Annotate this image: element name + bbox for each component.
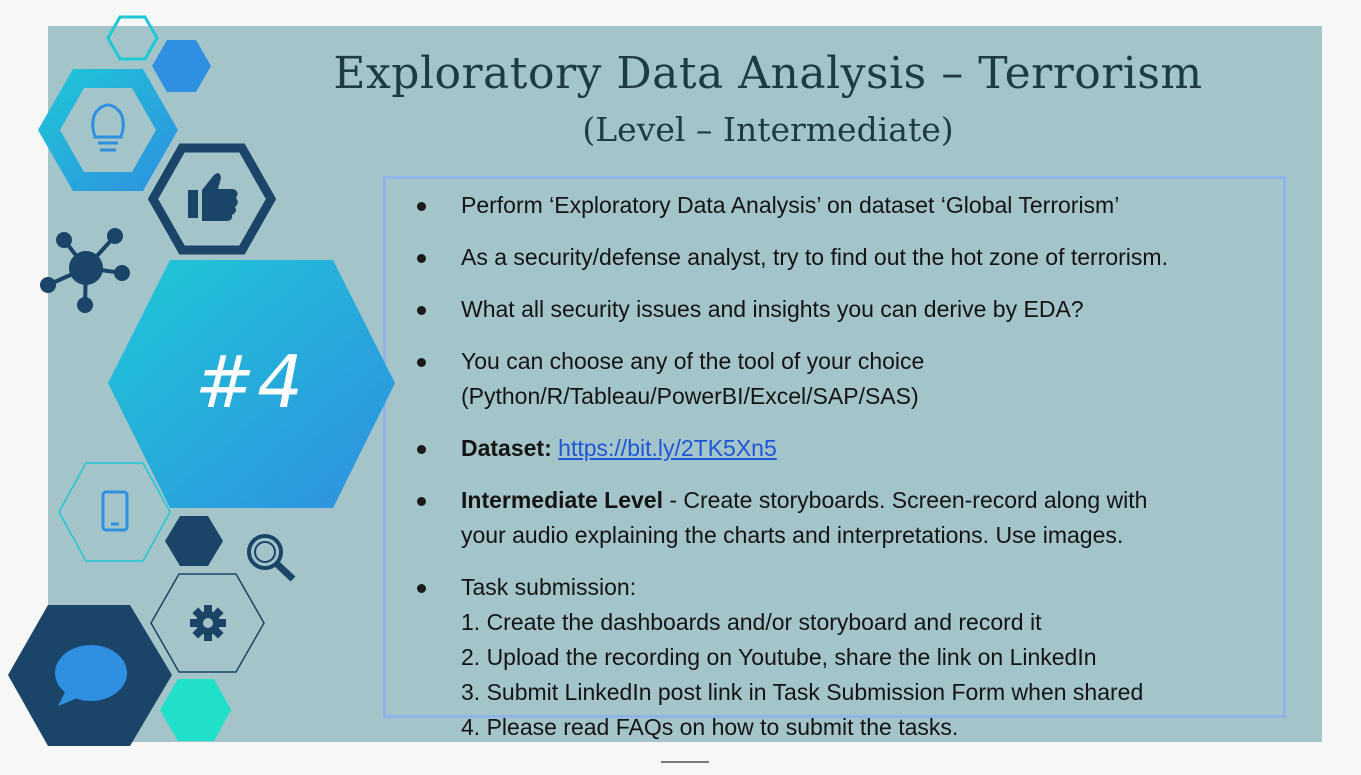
bullet-item: Task submission: 1. Create the dashboard… xyxy=(413,570,1293,745)
bullet-item: Dataset: https://bit.ly/2TK5Xn5 xyxy=(413,431,1293,466)
slide-title: Exploratory Data Analysis – Terrorism xyxy=(333,48,1203,99)
bullet-dot xyxy=(417,358,426,367)
gear-icon xyxy=(190,605,226,641)
dataset-label: Dataset: xyxy=(461,435,552,461)
level-label: Intermediate Level xyxy=(461,487,663,513)
bullet-text: Task submission: xyxy=(461,574,637,600)
bullet-text: 3. Submit LinkedIn post link in Task Sub… xyxy=(461,679,1144,705)
hexagon-outline xyxy=(106,15,159,61)
task-number-badge: #4 xyxy=(194,340,306,424)
bullet-item: You can choose any of the tool of your c… xyxy=(413,344,1293,414)
bullet-item: What all security issues and insights yo… xyxy=(413,292,1293,327)
bullet-item: Intermediate Level - Create storyboards.… xyxy=(413,483,1293,553)
bullet-text: 4. Please read FAQs on how to submit the… xyxy=(461,714,959,740)
thumbs-up-icon xyxy=(188,173,238,221)
bullet-dot xyxy=(417,202,426,211)
bullet-text: What all security issues and insights yo… xyxy=(461,296,1084,322)
bullet-item: Perform ‘Exploratory Data Analysis’ on d… xyxy=(413,188,1293,223)
bullet-text: 2. Upload the recording on Youtube, shar… xyxy=(461,644,1097,670)
bullet-dot xyxy=(417,497,426,506)
bullet-dot xyxy=(417,254,426,263)
bullet-item: As a security/defense analyst, try to fi… xyxy=(413,240,1293,275)
phone-icon xyxy=(101,490,129,532)
bullet-text: As a security/defense analyst, try to fi… xyxy=(461,244,1168,270)
hexagon-navy-small xyxy=(165,516,223,566)
network-icon xyxy=(40,228,130,313)
bullet-text: (Python/R/Tableau/PowerBI/Excel/SAP/SAS) xyxy=(461,383,919,409)
slide-indicator xyxy=(661,761,709,763)
bullet-text: - Create storyboards. Screen-record alon… xyxy=(662,487,1148,513)
hexagon-phone xyxy=(58,462,171,562)
slide-subtitle: (Level – Intermediate) xyxy=(582,110,954,149)
bullet-text: your audio explaining the charts and int… xyxy=(461,522,1124,548)
bullet-list: Perform ‘Exploratory Data Analysis’ on d… xyxy=(413,188,1293,762)
dataset-link[interactable]: https://bit.ly/2TK5Xn5 xyxy=(558,435,777,461)
hexagon-blue xyxy=(152,40,211,92)
bullet-text: Perform ‘Exploratory Data Analysis’ on d… xyxy=(461,192,1120,218)
bullet-text: You can choose any of the tool of your c… xyxy=(461,348,925,374)
bullet-dot xyxy=(417,584,426,593)
bullet-dot xyxy=(417,306,426,315)
bullet-dot xyxy=(417,445,426,454)
hexagon-mint xyxy=(160,679,231,741)
bullet-text: 1. Create the dashboards and/or storyboa… xyxy=(461,609,1042,635)
magnifier-icon xyxy=(247,534,296,582)
